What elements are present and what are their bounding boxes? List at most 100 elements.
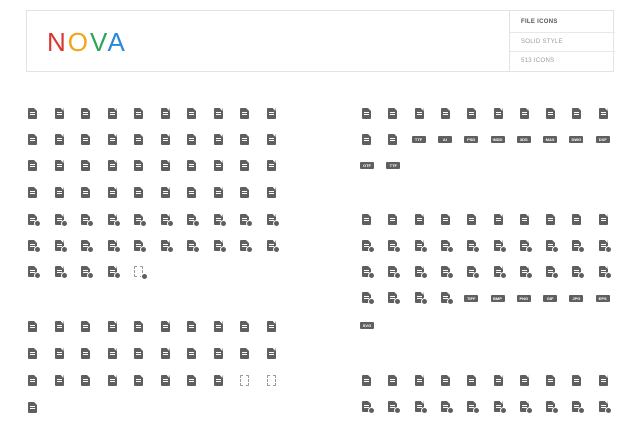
file-type-tag[interactable]: AI: [437, 136, 452, 143]
file-icon[interactable]: [440, 292, 454, 305]
file-icon[interactable]: [107, 348, 117, 359]
file-icon[interactable]: [54, 348, 64, 359]
file-icon[interactable]: [187, 160, 196, 171]
file-icon[interactable]: [81, 321, 90, 332]
file-icon[interactable]: [546, 108, 556, 119]
file-icon[interactable]: [519, 375, 529, 386]
file-icon[interactable]: [388, 108, 398, 119]
file-icon[interactable]: [81, 108, 90, 119]
file-icon[interactable]: [160, 321, 170, 332]
file-icon[interactable]: [134, 266, 148, 280]
file-icon[interactable]: [546, 266, 560, 279]
file-icon[interactable]: [187, 375, 196, 386]
file-icon[interactable]: [81, 187, 90, 198]
file-icon[interactable]: [266, 160, 276, 171]
file-icon[interactable]: [388, 240, 402, 253]
file-icon[interactable]: [213, 187, 223, 198]
file-icon[interactable]: [81, 214, 94, 227]
file-icon[interactable]: [266, 214, 280, 227]
file-icon[interactable]: [467, 401, 481, 414]
file-type-tag[interactable]: JPG: [569, 295, 584, 302]
file-icon[interactable]: [519, 214, 529, 225]
file-icon[interactable]: [28, 160, 37, 171]
file-icon[interactable]: [572, 108, 582, 119]
file-icon[interactable]: [519, 108, 529, 119]
file-type-tag[interactable]: 3DS: [516, 136, 531, 143]
file-icon[interactable]: [160, 187, 170, 198]
file-icon[interactable]: [213, 108, 223, 119]
file-icon[interactable]: [213, 160, 223, 171]
file-icon[interactable]: [28, 134, 37, 145]
file-icon[interactable]: [362, 292, 375, 305]
file-icon[interactable]: [493, 266, 507, 279]
file-icon[interactable]: [187, 134, 196, 145]
file-icon[interactable]: [362, 134, 371, 145]
file-icon[interactable]: [493, 108, 503, 119]
file-icon[interactable]: [388, 134, 398, 145]
file-type-tag[interactable]: OTF: [360, 162, 374, 169]
file-icon[interactable]: [266, 134, 276, 145]
file-icon[interactable]: [572, 375, 582, 386]
file-type-tag[interactable]: MAX: [543, 136, 558, 143]
file-type-tag[interactable]: BMP: [490, 295, 505, 302]
file-icon[interactable]: [572, 214, 582, 225]
file-icon[interactable]: [240, 240, 253, 253]
file-type-tag[interactable]: TIFF: [464, 295, 479, 302]
file-icon[interactable]: [598, 240, 612, 253]
file-icon[interactable]: [440, 375, 450, 386]
file-icon[interactable]: [28, 402, 37, 413]
file-icon[interactable]: [388, 292, 402, 305]
file-type-tag[interactable]: TTF: [386, 162, 401, 169]
file-icon[interactable]: [414, 108, 424, 119]
file-icon[interactable]: [414, 240, 428, 253]
file-icon[interactable]: [493, 240, 507, 253]
file-icon[interactable]: [160, 375, 170, 386]
file-icon[interactable]: [134, 134, 143, 145]
file-icon[interactable]: [160, 134, 170, 145]
file-icon[interactable]: [107, 321, 117, 332]
file-icon[interactable]: [28, 108, 37, 119]
file-icon[interactable]: [388, 266, 402, 279]
file-icon[interactable]: [440, 108, 450, 119]
file-icon[interactable]: [467, 240, 481, 253]
file-icon[interactable]: [107, 375, 117, 386]
file-icon[interactable]: [388, 214, 398, 225]
file-icon[interactable]: [598, 401, 612, 414]
file-icon[interactable]: [213, 375, 223, 386]
file-icon[interactable]: [187, 187, 196, 198]
file-icon[interactable]: [54, 375, 64, 386]
file-icon[interactable]: [28, 214, 41, 227]
file-icon[interactable]: [362, 401, 375, 414]
file-icon[interactable]: [160, 108, 170, 119]
file-icon[interactable]: [28, 240, 41, 253]
file-icon[interactable]: [107, 108, 117, 119]
file-type-tag[interactable]: EPS: [595, 295, 610, 302]
file-icon[interactable]: [240, 187, 249, 198]
file-icon[interactable]: [81, 348, 90, 359]
file-icon[interactable]: [187, 214, 200, 227]
file-icon[interactable]: [54, 108, 64, 119]
file-icon[interactable]: [240, 348, 249, 359]
file-icon[interactable]: [440, 214, 450, 225]
file-type-tag[interactable]: DWG: [569, 136, 584, 143]
file-icon[interactable]: [440, 266, 454, 279]
file-icon[interactable]: [81, 266, 94, 279]
file-icon[interactable]: [266, 375, 276, 386]
file-icon[interactable]: [598, 108, 608, 119]
file-icon[interactable]: [160, 348, 170, 359]
file-icon[interactable]: [362, 240, 375, 253]
file-icon[interactable]: [493, 401, 507, 414]
file-icon[interactable]: [28, 187, 37, 198]
file-icon[interactable]: [440, 240, 454, 253]
file-icon[interactable]: [213, 321, 223, 332]
file-icon[interactable]: [493, 214, 503, 225]
file-icon[interactable]: [572, 266, 586, 279]
file-icon[interactable]: [546, 214, 556, 225]
file-icon[interactable]: [266, 108, 276, 119]
file-type-tag[interactable]: SVG: [360, 322, 374, 329]
file-icon[interactable]: [266, 240, 280, 253]
file-icon[interactable]: [598, 375, 608, 386]
file-icon[interactable]: [107, 266, 121, 279]
file-type-tag[interactable]: DXF: [595, 136, 610, 143]
file-icon[interactable]: [388, 375, 398, 386]
